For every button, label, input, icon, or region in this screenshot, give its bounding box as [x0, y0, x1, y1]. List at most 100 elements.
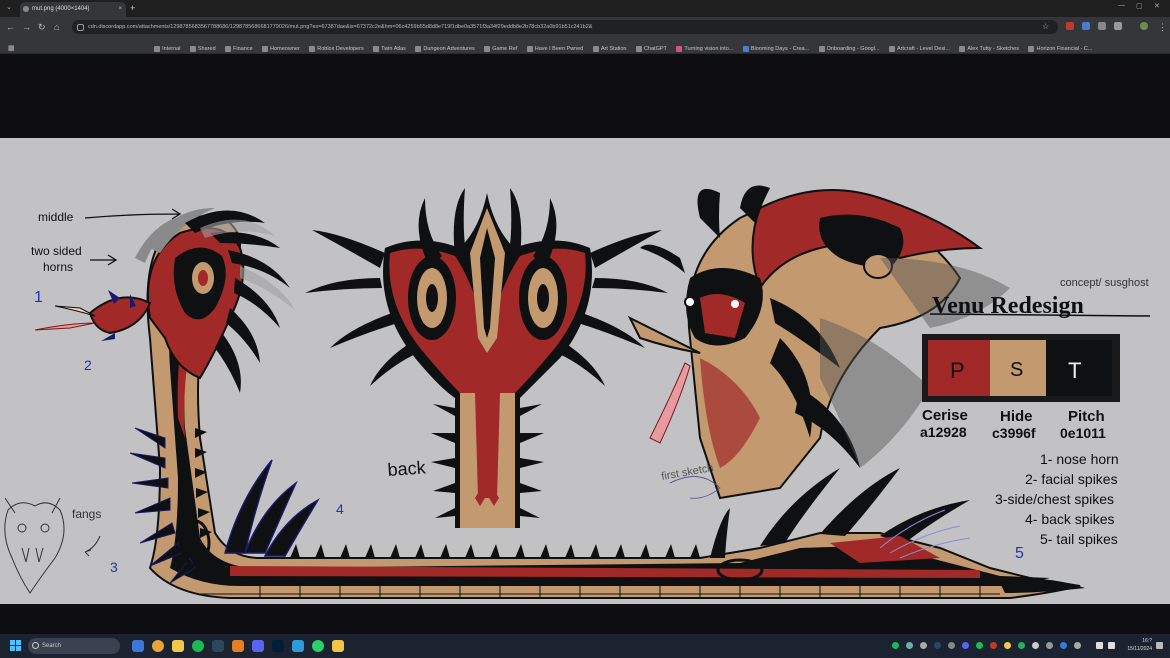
taskbar-app-icon[interactable]: [232, 640, 244, 652]
legend-item-1: 1- nose horn: [1040, 451, 1119, 467]
steam-icon[interactable]: [212, 640, 224, 652]
swatch-name-pitch: Pitch: [1068, 408, 1105, 425]
chrome-icon[interactable]: [152, 640, 164, 652]
bookmark-item[interactable]: Turning vision into...: [676, 41, 733, 53]
tray-icon[interactable]: [920, 642, 927, 649]
notification-bell-icon[interactable]: [1156, 642, 1163, 649]
legend-item-4: 4- back spikes: [1025, 511, 1114, 527]
back-icon[interactable]: ←: [6, 21, 15, 33]
tray-icon[interactable]: [962, 642, 969, 649]
bookmark-item[interactable]: Have I Been Pwned: [526, 41, 583, 53]
tray-icon[interactable]: [948, 642, 955, 649]
tab-search-icon[interactable]: ⌄: [4, 3, 14, 13]
discord-icon[interactable]: [252, 640, 264, 652]
minimize-icon[interactable]: —: [1118, 2, 1125, 9]
number-5: 5: [1015, 545, 1024, 562]
extension-icon[interactable]: [1066, 22, 1074, 30]
bookmark-folder[interactable]: Twin Atlas: [373, 41, 406, 53]
label-two-sided: two sided horns: [31, 244, 82, 274]
tray-icon[interactable]: [1032, 642, 1039, 649]
browser-menu-icon[interactable]: ⋮: [1158, 21, 1167, 33]
bookmark-folder[interactable]: Art Station: [592, 41, 627, 53]
tray-icon[interactable]: [892, 642, 899, 649]
bookmark-folder[interactable]: Dungeon Adventures: [415, 41, 475, 53]
extension-icon[interactable]: [1098, 22, 1106, 30]
tray-icon[interactable]: [990, 642, 997, 649]
volume-icon[interactable]: [1108, 642, 1115, 649]
taskbar-app-icon[interactable]: [292, 640, 304, 652]
label-fangs: fangs: [72, 507, 101, 521]
home-icon[interactable]: ⌂: [54, 21, 59, 33]
tray-icon[interactable]: [976, 642, 983, 649]
tab-title: mut.png (4000×1404): [32, 6, 90, 12]
search-icon: [32, 642, 39, 649]
tray-icon[interactable]: [934, 642, 941, 649]
tray-icon[interactable]: [1004, 642, 1011, 649]
tray-icon[interactable]: [1060, 642, 1067, 649]
bookmark-item[interactable]: Blooming Days - Crea...: [742, 41, 809, 53]
tray-icon[interactable]: [1018, 642, 1025, 649]
spotify-icon[interactable]: [192, 640, 204, 652]
file-explorer-icon[interactable]: [172, 640, 184, 652]
tab-active[interactable]: mut.png (4000×1404) ×: [20, 2, 126, 17]
serpent-back-view: [305, 188, 668, 528]
tab-favicon-icon: [23, 6, 29, 12]
window-close-icon[interactable]: ✕: [1154, 2, 1160, 10]
bookmark-star-icon[interactable]: ☆: [1042, 21, 1049, 33]
photoshop-icon[interactable]: [272, 640, 284, 652]
bookmark-item[interactable]: Internal: [154, 41, 180, 53]
taskbar-search[interactable]: Search: [28, 638, 120, 654]
swatch-name-hide: Hide: [1000, 408, 1033, 425]
swatch-glyph-pitch: T: [1068, 358, 1081, 383]
legend-item-5: 5- tail spikes: [1040, 531, 1118, 547]
profile-avatar[interactable]: [1140, 22, 1148, 30]
address-bar[interactable]: cdn.discordapp.com/attachments/129878568…: [72, 20, 1058, 34]
concept-art-image[interactable]: middle two sided horns back fangs first s…: [0, 138, 1170, 604]
new-tab-button[interactable]: +: [130, 2, 135, 15]
windows-start-icon[interactable]: [10, 640, 21, 651]
number-1: 1: [34, 289, 43, 306]
legend-item-3: 3-side/chest spikes: [995, 491, 1114, 507]
taskbar-clock[interactable]: 16:? 15/11/2024: [1127, 637, 1152, 653]
tab-strip: ⌄ mut.png (4000×1404) × + — ▢ ✕: [0, 0, 1170, 17]
bookmark-folder[interactable]: Game Ref: [484, 41, 517, 53]
tray-icon[interactable]: [1046, 642, 1053, 649]
bookmark-folder[interactable]: Roblox Developers: [309, 41, 364, 53]
bookmark-item[interactable]: Onboarding - Googl...: [818, 41, 880, 53]
tab-close-icon[interactable]: ×: [118, 2, 122, 17]
swatch-glyph-hide: S: [1010, 359, 1023, 381]
address-toolbar: ← → ↻ ⌂ cdn.discordapp.com/attachments/1…: [0, 17, 1170, 37]
label-middle: middle: [38, 210, 74, 224]
bookmark-item[interactable]: Artcraft - Level Desi...: [889, 41, 950, 53]
taskbar-app-icon[interactable]: [332, 640, 344, 652]
tray-icon[interactable]: [1074, 642, 1081, 649]
bookmark-item[interactable]: Horizon Financial - C...: [1028, 41, 1092, 53]
taskbar-app-icon[interactable]: [132, 640, 144, 652]
bookmark-item[interactable]: ChatGPT: [635, 41, 667, 53]
apps-grid-icon[interactable]: ▦: [8, 41, 16, 53]
concept-art-drawing: middle two sided horns back fangs first s…: [4, 185, 1151, 599]
bookmarks-bar: ▦ Internal Shared Finance Homeowner Robl…: [0, 37, 1170, 54]
wifi-icon[interactable]: [1096, 642, 1103, 649]
swatch-hex-hide: c3996f: [992, 425, 1036, 441]
label-back: back: [387, 457, 427, 480]
bookmark-folder[interactable]: Shared: [189, 41, 216, 53]
image-viewer: middle two sided horns back fangs first s…: [0, 54, 1170, 634]
site-info-icon[interactable]: [77, 24, 84, 31]
bookmark-item[interactable]: Alex Tutty - Sketches: [959, 41, 1019, 53]
extension-icon[interactable]: [1082, 22, 1090, 30]
swatch-hex-pitch: 0e1011: [1060, 425, 1106, 441]
clock-date: 15/11/2024: [1127, 646, 1152, 652]
number-3: 3: [110, 559, 118, 575]
reload-icon[interactable]: ↻: [38, 21, 46, 33]
whatsapp-icon[interactable]: [312, 640, 324, 652]
number-4: 4: [336, 501, 344, 517]
swatch-hex-cerise: a12928: [920, 424, 967, 440]
swatch-glyph-cerise: P: [950, 358, 965, 383]
tray-icon[interactable]: [906, 642, 913, 649]
forward-icon[interactable]: →: [22, 21, 31, 33]
extensions-puzzle-icon[interactable]: [1114, 22, 1122, 30]
bookmark-folder[interactable]: Finance: [225, 41, 253, 53]
maximize-icon[interactable]: ▢: [1136, 2, 1143, 10]
bookmark-folder[interactable]: Homeowner: [262, 41, 300, 53]
